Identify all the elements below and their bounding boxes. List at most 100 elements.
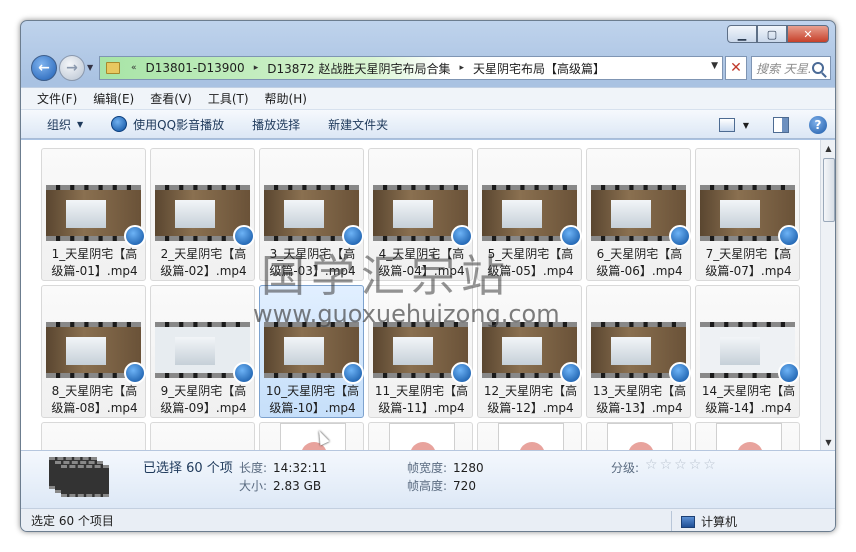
- star-icon[interactable]: ☆: [660, 457, 673, 473]
- media-file-icon: [280, 423, 346, 450]
- qq-video-icon: [778, 362, 800, 384]
- breadcrumb-separator[interactable]: ▸: [454, 63, 469, 73]
- status-location: 计算机: [681, 513, 737, 530]
- star-icon[interactable]: ☆: [703, 457, 716, 473]
- vertical-scrollbar[interactable]: ▲ ▼: [820, 140, 835, 450]
- selection-count: 已选择 60 个项: [143, 461, 233, 476]
- qq-video-icon: [451, 362, 473, 384]
- status-bar: 选定 60 个项目 计算机: [21, 508, 835, 531]
- file-name: 14_天星阴宅【高 级篇-14】.mp4: [701, 384, 796, 415]
- scrollbar-thumb[interactable]: [823, 158, 835, 222]
- qq-video-icon: [669, 362, 691, 384]
- menu-bar: 文件(F) 编辑(E) 查看(V) 工具(T) 帮助(H): [21, 87, 835, 109]
- file-tile[interactable]: 1_天星阴宅【高 级篇-01】.mp4: [41, 148, 146, 281]
- status-divider: [671, 511, 672, 531]
- back-button[interactable]: ←: [31, 55, 57, 81]
- menu-edit[interactable]: 编辑(E): [93, 90, 134, 107]
- change-view-icon[interactable]: [718, 118, 735, 132]
- play-selection-label: 播放选择: [252, 117, 301, 132]
- media-file-icon: [607, 423, 673, 450]
- media-file-icon: [716, 423, 782, 450]
- close-button[interactable]: ✕: [787, 25, 829, 43]
- rating-label: 分级:: [611, 461, 640, 475]
- search-icon[interactable]: [812, 62, 824, 74]
- breadcrumb-item[interactable]: D13801-D13900: [142, 61, 249, 75]
- menu-file[interactable]: 文件(F): [37, 90, 77, 107]
- scroll-down-icon[interactable]: ▼: [821, 434, 835, 450]
- play-selection-button[interactable]: 播放选择: [252, 116, 300, 133]
- star-icon[interactable]: ☆: [689, 457, 702, 473]
- preview-pane-icon[interactable]: [773, 117, 789, 133]
- chevron-down-icon: ▼: [77, 119, 84, 129]
- selection-stack-thumbnail: [49, 457, 113, 501]
- forward-button[interactable]: →: [59, 55, 85, 81]
- file-tile[interactable]: 14_天星阴宅【高 级篇-14】.mp4: [695, 285, 800, 418]
- folder-icon: [106, 62, 120, 74]
- stop-button[interactable]: ✕: [725, 56, 747, 80]
- qq-video-icon: [124, 225, 146, 247]
- frame-height-property: 帧高度: 720: [407, 479, 476, 493]
- file-name: 1_天星阴宅【高 级篇-01】.mp4: [51, 247, 138, 278]
- file-tile[interactable]: 7_天星阴宅【高 级篇-07】.mp4: [695, 148, 800, 281]
- file-name: 10_天星阴宅【高 级篇-10】.mp4: [265, 384, 360, 415]
- file-name: 12_天星阴宅【高 级篇-12】.mp4: [483, 384, 578, 415]
- file-name: 9_天星阴宅【高 级篇-09】.mp4: [160, 384, 247, 415]
- search-input[interactable]: 搜索 天星...: [751, 56, 831, 80]
- file-tile[interactable]: 8_天星阴宅【高 级篇-08】.mp4: [41, 285, 146, 418]
- breadcrumb-item[interactable]: 天星阴宅布局【高级篇】: [469, 60, 609, 77]
- breadcrumb-item[interactable]: D13872 赵战胜天星阴宅布局合集: [263, 60, 454, 77]
- new-folder-label: 新建文件夹: [328, 117, 389, 132]
- menu-view[interactable]: 查看(V): [150, 90, 192, 107]
- file-tile[interactable]: [41, 422, 146, 450]
- computer-icon: [681, 515, 695, 528]
- help-icon[interactable]: ?: [809, 116, 827, 134]
- qq-video-icon: [342, 362, 364, 384]
- minimize-button[interactable]: ▁: [727, 25, 757, 43]
- menu-help[interactable]: 帮助(H): [265, 90, 307, 107]
- frame-width-property: 帧宽度: 1280: [407, 461, 484, 475]
- watermark-title: 国学汇宗站: [261, 251, 511, 302]
- maximize-button[interactable]: ▢: [757, 25, 787, 43]
- play-with-qq-button[interactable]: 使用QQ影音播放: [111, 116, 224, 133]
- qq-video-icon: [560, 362, 582, 384]
- address-chevron[interactable]: «: [126, 63, 142, 73]
- qq-video-icon: [233, 362, 255, 384]
- file-name: 2_天星阴宅【高 级篇-02】.mp4: [160, 247, 247, 278]
- file-tile[interactable]: [368, 422, 473, 450]
- menu-tools[interactable]: 工具(T): [208, 90, 249, 107]
- file-tile[interactable]: 6_天星阴宅【高 级篇-06】.mp4: [586, 148, 691, 281]
- new-folder-button[interactable]: 新建文件夹: [328, 116, 388, 133]
- qq-video-icon: [560, 225, 582, 247]
- file-tile[interactable]: 13_天星阴宅【高 级篇-13】.mp4: [586, 285, 691, 418]
- media-file-icon: [389, 423, 455, 450]
- address-dropdown-icon[interactable]: ▼: [711, 61, 718, 71]
- length-property: 长度: 14:32:11: [239, 461, 327, 475]
- file-tile[interactable]: [150, 422, 255, 450]
- caption-buttons: ▁ ▢ ✕: [727, 25, 829, 43]
- file-tile[interactable]: [477, 422, 582, 450]
- status-location-text: 计算机: [701, 515, 738, 529]
- play-qq-label: 使用QQ影音播放: [133, 117, 225, 132]
- media-file-icon: [498, 423, 564, 450]
- watermark-url: www.guoxuehuizong.com: [253, 300, 560, 328]
- star-icon[interactable]: ☆: [645, 457, 658, 473]
- qq-video-icon: [669, 225, 691, 247]
- recent-pages-dropdown-icon[interactable]: ▼: [87, 63, 93, 72]
- organize-button[interactable]: 组织 ▼: [47, 116, 83, 133]
- address-bar[interactable]: « D13801-D13900 ▸ D13872 赵战胜天星阴宅布局合集 ▸ 天…: [99, 56, 723, 80]
- qq-video-icon: [124, 362, 146, 384]
- rating-stars[interactable]: ☆ ☆ ☆ ☆ ☆: [645, 457, 718, 473]
- scroll-up-icon[interactable]: ▲: [821, 140, 835, 156]
- file-tile[interactable]: [695, 422, 800, 450]
- file-tile[interactable]: 9_天星阴宅【高 级篇-09】.mp4: [150, 285, 255, 418]
- file-name: 11_天星阴宅【高 级篇-11】.mp4: [374, 384, 469, 415]
- search-placeholder: 搜索 天星...: [756, 61, 810, 76]
- file-name: 6_天星阴宅【高 级篇-06】.mp4: [596, 247, 683, 278]
- view-options-chevron-icon[interactable]: ▼: [743, 121, 749, 130]
- breadcrumb-separator[interactable]: ▸: [249, 63, 264, 73]
- qq-video-icon: [233, 225, 255, 247]
- file-tile[interactable]: 2_天星阴宅【高 级篇-02】.mp4: [150, 148, 255, 281]
- file-tile[interactable]: [259, 422, 364, 450]
- star-icon[interactable]: ☆: [674, 457, 687, 473]
- file-tile[interactable]: [586, 422, 691, 450]
